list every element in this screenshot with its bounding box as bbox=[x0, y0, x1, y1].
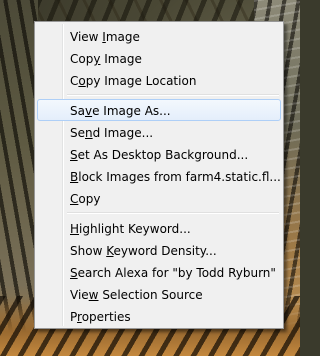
menu-item-label: Send Image... bbox=[70, 126, 154, 140]
menu-item-save-image-as[interactable]: Save Image As... bbox=[37, 99, 281, 121]
menu-separator bbox=[67, 212, 279, 214]
menu-item-properties[interactable]: Properties bbox=[37, 305, 281, 327]
menu-item-copy-image[interactable]: Copy Image bbox=[37, 47, 281, 69]
menu-item-label: Search Alexa for "by Todd Ryburn" bbox=[70, 266, 276, 280]
menu-item-highlight-keyword[interactable]: Highlight Keyword... bbox=[37, 217, 281, 239]
menu-item-label: View Image bbox=[70, 30, 140, 44]
menu-item-label: Save Image As... bbox=[70, 104, 171, 118]
menu-item-copy[interactable]: Copy bbox=[37, 187, 281, 209]
menu-item-send-image[interactable]: Send Image... bbox=[37, 121, 281, 143]
menu-item-label: Copy Image Location bbox=[70, 74, 197, 88]
menu-item-label: Show Keyword Density... bbox=[70, 244, 217, 258]
menu-item-copy-image-location[interactable]: Copy Image Location bbox=[37, 69, 281, 91]
menu-separator bbox=[67, 94, 279, 96]
menu-item-view-image[interactable]: View Image bbox=[37, 25, 281, 47]
menu-item-label: Properties bbox=[70, 310, 131, 324]
menu-item-set-as-desktop-background[interactable]: Set As Desktop Background... bbox=[37, 143, 281, 165]
image-context-menu: View Image Copy Image Copy Image Locatio… bbox=[34, 21, 284, 329]
menu-item-label: Highlight Keyword... bbox=[70, 222, 191, 236]
menu-item-view-selection-source[interactable]: View Selection Source bbox=[37, 283, 281, 305]
menu-item-search-alexa[interactable]: Search Alexa for "by Todd Ryburn" bbox=[37, 261, 281, 283]
menu-item-show-keyword-density[interactable]: Show Keyword Density... bbox=[37, 239, 281, 261]
menu-item-label: Copy Image bbox=[70, 52, 142, 66]
menu-item-block-images[interactable]: Block Images from farm4.static.fl... bbox=[37, 165, 281, 187]
menu-item-label: View Selection Source bbox=[70, 288, 203, 302]
menu-item-label: Copy bbox=[70, 192, 101, 206]
menu-item-label: Set As Desktop Background... bbox=[70, 148, 249, 162]
menu-item-label: Block Images from farm4.static.fl... bbox=[70, 170, 281, 184]
